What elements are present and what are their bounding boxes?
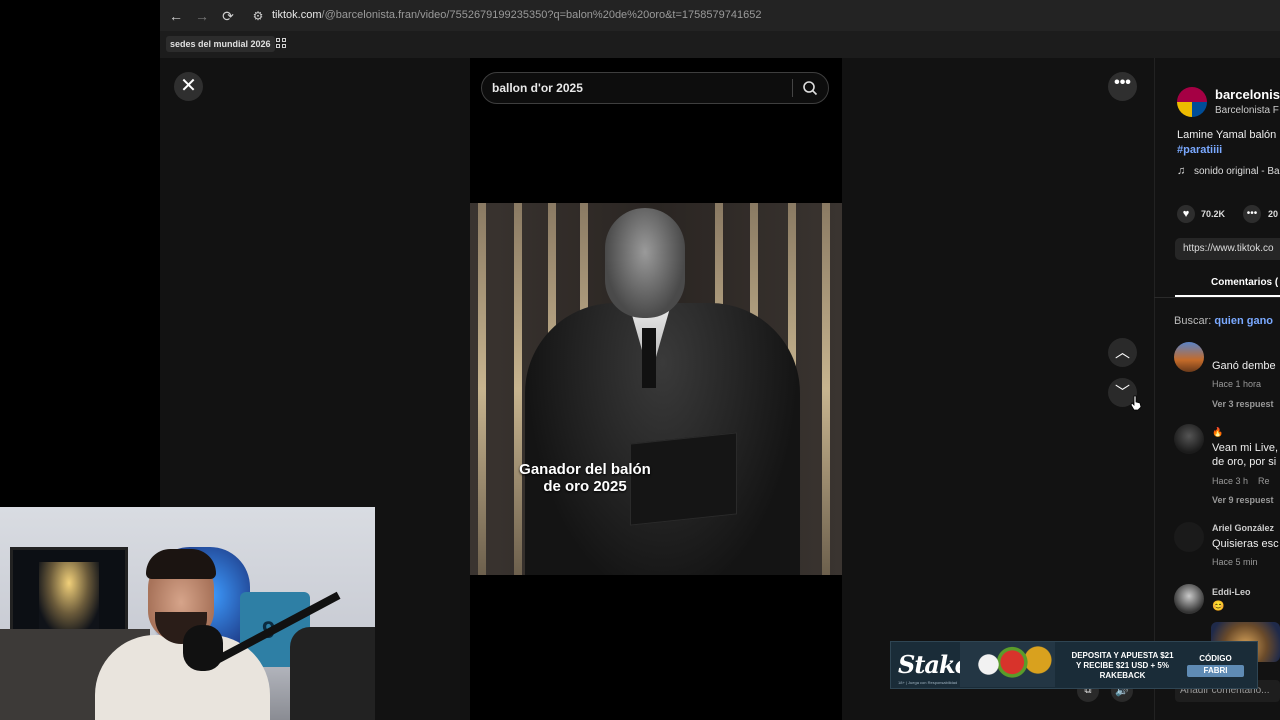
casino-artwork — [960, 642, 1055, 687]
site-settings-icon[interactable]: ⚙ — [248, 6, 268, 26]
video-link: https://www.tiktok.co — [1183, 243, 1274, 254]
stake-disclaimer: 18+ | Juega con Responsabilidad — [898, 680, 958, 685]
likes-count: 70.2K — [1201, 209, 1226, 219]
comment-meta: Hace 3 h Re — [1212, 476, 1270, 486]
back-icon[interactable]: ← — [166, 6, 186, 26]
promo-code: FABRI — [1203, 666, 1228, 675]
search-label: Buscar: — [1174, 315, 1212, 327]
promo-code-label: CÓDIGO — [1199, 654, 1232, 663]
reply-link[interactable]: Re — [1258, 476, 1270, 486]
more-options-button[interactable]: ••• — [1108, 72, 1137, 101]
streamer-webcam: 9 — [0, 507, 375, 720]
streamer-hair — [146, 549, 216, 579]
heart-icon[interactable]: ♥ — [1177, 205, 1195, 223]
apps-grid-icon[interactable] — [276, 38, 287, 49]
url-field[interactable]: tiktok.com/@barcelonista.fran/video/7552… — [272, 9, 761, 21]
url-domain: tiktok.com — [272, 9, 322, 21]
creator-nickname: Barcelonista F — [1215, 105, 1279, 116]
caption-line-2: de oro 2025 — [543, 478, 627, 495]
video-caption: Ganador del balón de oro 2025 — [470, 461, 700, 495]
fire-emoji: 🔥 — [1212, 427, 1224, 437]
presenter-tie — [642, 328, 656, 388]
hashtag-link[interactable]: #paratiiii — [1177, 144, 1222, 156]
tabs-divider — [1154, 297, 1280, 298]
comment-author[interactable]: Eddi-Leo — [1212, 587, 1251, 597]
tv-image — [39, 562, 99, 632]
music-link[interactable]: sonido original - Ba — [1194, 166, 1280, 177]
presenter-figure — [525, 303, 800, 575]
comments-count: 20 — [1268, 209, 1279, 219]
comment-time: Hace 1 hora — [1212, 379, 1262, 389]
comment-text: Ganó dembe — [1212, 360, 1276, 372]
previous-video-button[interactable]: ︿ — [1108, 338, 1137, 367]
comment-avatar[interactable] — [1174, 584, 1204, 614]
search-input-value: ballon d'or 2025 — [492, 81, 583, 95]
offer-line: DEPOSITA Y APUESTA $21 — [1071, 651, 1174, 660]
comment-search-suggestion[interactable]: Buscar: quien gano — [1174, 315, 1273, 327]
creator-name[interactable]: barcelonis — [1215, 87, 1280, 102]
offer-line: RAKEBACK — [1099, 671, 1146, 680]
comment-text-line: Vean mi Live, — [1212, 442, 1279, 454]
comment-icon[interactable]: ••• — [1243, 205, 1261, 223]
comment-text: Vean mi Live, de oro, por si — [1212, 441, 1278, 469]
banner-offer-text: DEPOSITA Y APUESTA $21 Y RECIBE $21 USD … — [1060, 651, 1185, 681]
comment-avatar[interactable] — [1174, 342, 1204, 372]
forward-icon[interactable]: → — [192, 6, 212, 26]
microphone — [183, 625, 223, 671]
hand-cursor-icon — [1130, 395, 1142, 411]
active-tab-indicator — [1175, 295, 1280, 297]
search-icon[interactable] — [802, 80, 818, 96]
view-replies-link[interactable]: Ver 3 respuest — [1212, 399, 1274, 409]
comment-avatar[interactable] — [1174, 522, 1204, 552]
tab-comments[interactable]: Comentarios ( — [1211, 277, 1278, 288]
comment-time: Hace 3 h — [1212, 476, 1249, 486]
comment-avatar[interactable] — [1174, 424, 1204, 454]
url-path: /@barcelonista.fran/video/75526791992353… — [321, 9, 762, 21]
creator-avatar[interactable] — [1177, 87, 1207, 117]
stake-logo: Stake — [898, 650, 970, 679]
details-sidebar — [1154, 58, 1280, 720]
comment-author[interactable]: Ariel González — [1212, 523, 1274, 533]
offer-line: Y RECIBE $21 USD + 5% — [1075, 661, 1169, 670]
search-divider — [792, 79, 793, 97]
comment-text-line: de oro, por si — [1212, 456, 1277, 468]
comment-time: Hace 5 min — [1212, 557, 1258, 567]
caption-line-1: Ganador del balón — [519, 461, 651, 478]
video-player[interactable] — [470, 203, 842, 575]
music-note-icon: ♫ — [1177, 165, 1186, 177]
close-button[interactable]: ✕ — [174, 72, 203, 101]
search-suggestion-link[interactable]: quien gano — [1214, 315, 1273, 327]
view-replies-link[interactable]: Ver 9 respuest — [1212, 495, 1274, 505]
gaming-chair — [290, 627, 375, 720]
comment-text: Quisieras esc — [1212, 538, 1279, 550]
bookmark-item[interactable]: sedes del mundial 2026 — [166, 36, 275, 52]
smile-emoji: 😊 — [1212, 601, 1225, 612]
background-tv — [10, 547, 128, 635]
presenter-head — [605, 208, 685, 318]
reload-icon[interactable]: ⟳ — [218, 6, 238, 26]
bookmarks-bar — [160, 31, 1280, 58]
video-description: Lamine Yamal balón — [1177, 129, 1277, 141]
